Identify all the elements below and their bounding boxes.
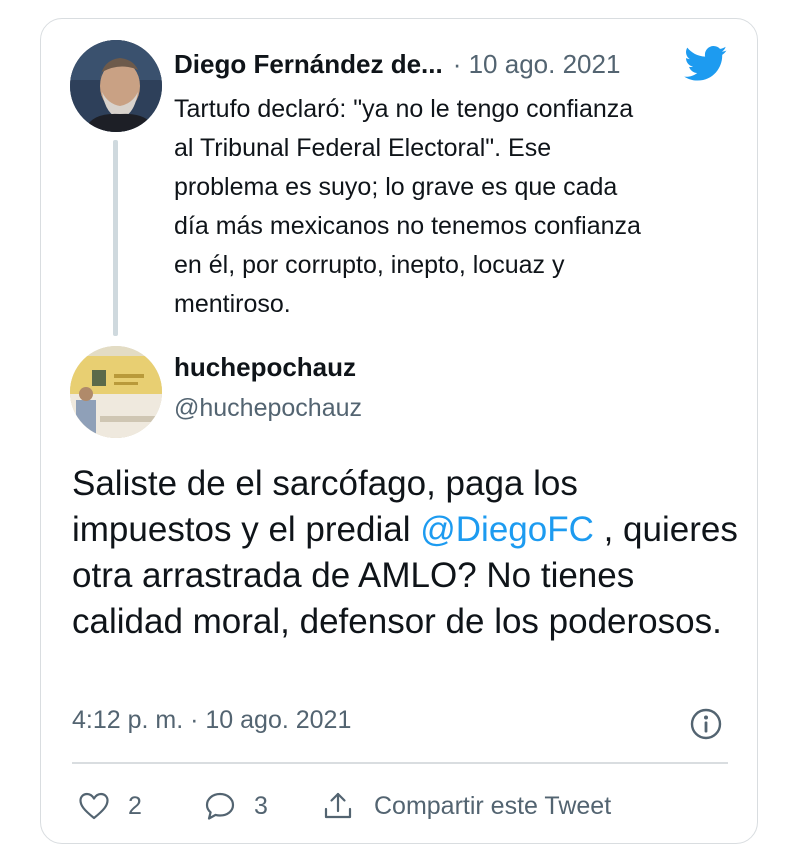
twitter-bird-icon[interactable] [684,46,728,82]
parent-tweet-text: Tartufo declaró: "ya no le tengo confian… [174,95,641,318]
like-count: 2 [128,791,142,820]
reply-tweet-text: Saliste de el sarcófago, paga los impues… [72,461,738,645]
reply-author-name[interactable]: huchepochauz [174,352,356,383]
share-icon[interactable] [322,790,354,822]
parent-author-name[interactable]: Diego Fernández de... [174,49,443,80]
info-icon[interactable] [689,707,723,741]
thread-line [113,140,118,336]
mention-link[interactable]: @DiegoFC [420,510,594,549]
share-label: Compartir este Tweet [374,791,612,820]
share-button[interactable]: Compartir este Tweet [322,786,611,826]
parent-date[interactable]: · 10 ago. 2021 [453,49,621,80]
reply-bubble-icon[interactable] [204,791,236,821]
heart-icon[interactable] [78,791,110,821]
reply-count: 3 [254,791,268,820]
tweet-timestamp[interactable]: 4:12 p. m. · 10 ago. 2021 [72,706,351,735]
reply-avatar[interactable] [70,346,162,438]
reply-author-handle[interactable]: @huchepochauz [174,394,362,423]
divider [72,762,728,764]
parent-header: Diego Fernández de... · 10 ago. 2021 [174,44,620,84]
parent-avatar[interactable] [70,40,162,132]
action-bar: 2 3 Compartir este Tweet [72,786,732,826]
like-button[interactable]: 2 [78,786,142,826]
reply-button[interactable]: 3 [204,786,268,826]
